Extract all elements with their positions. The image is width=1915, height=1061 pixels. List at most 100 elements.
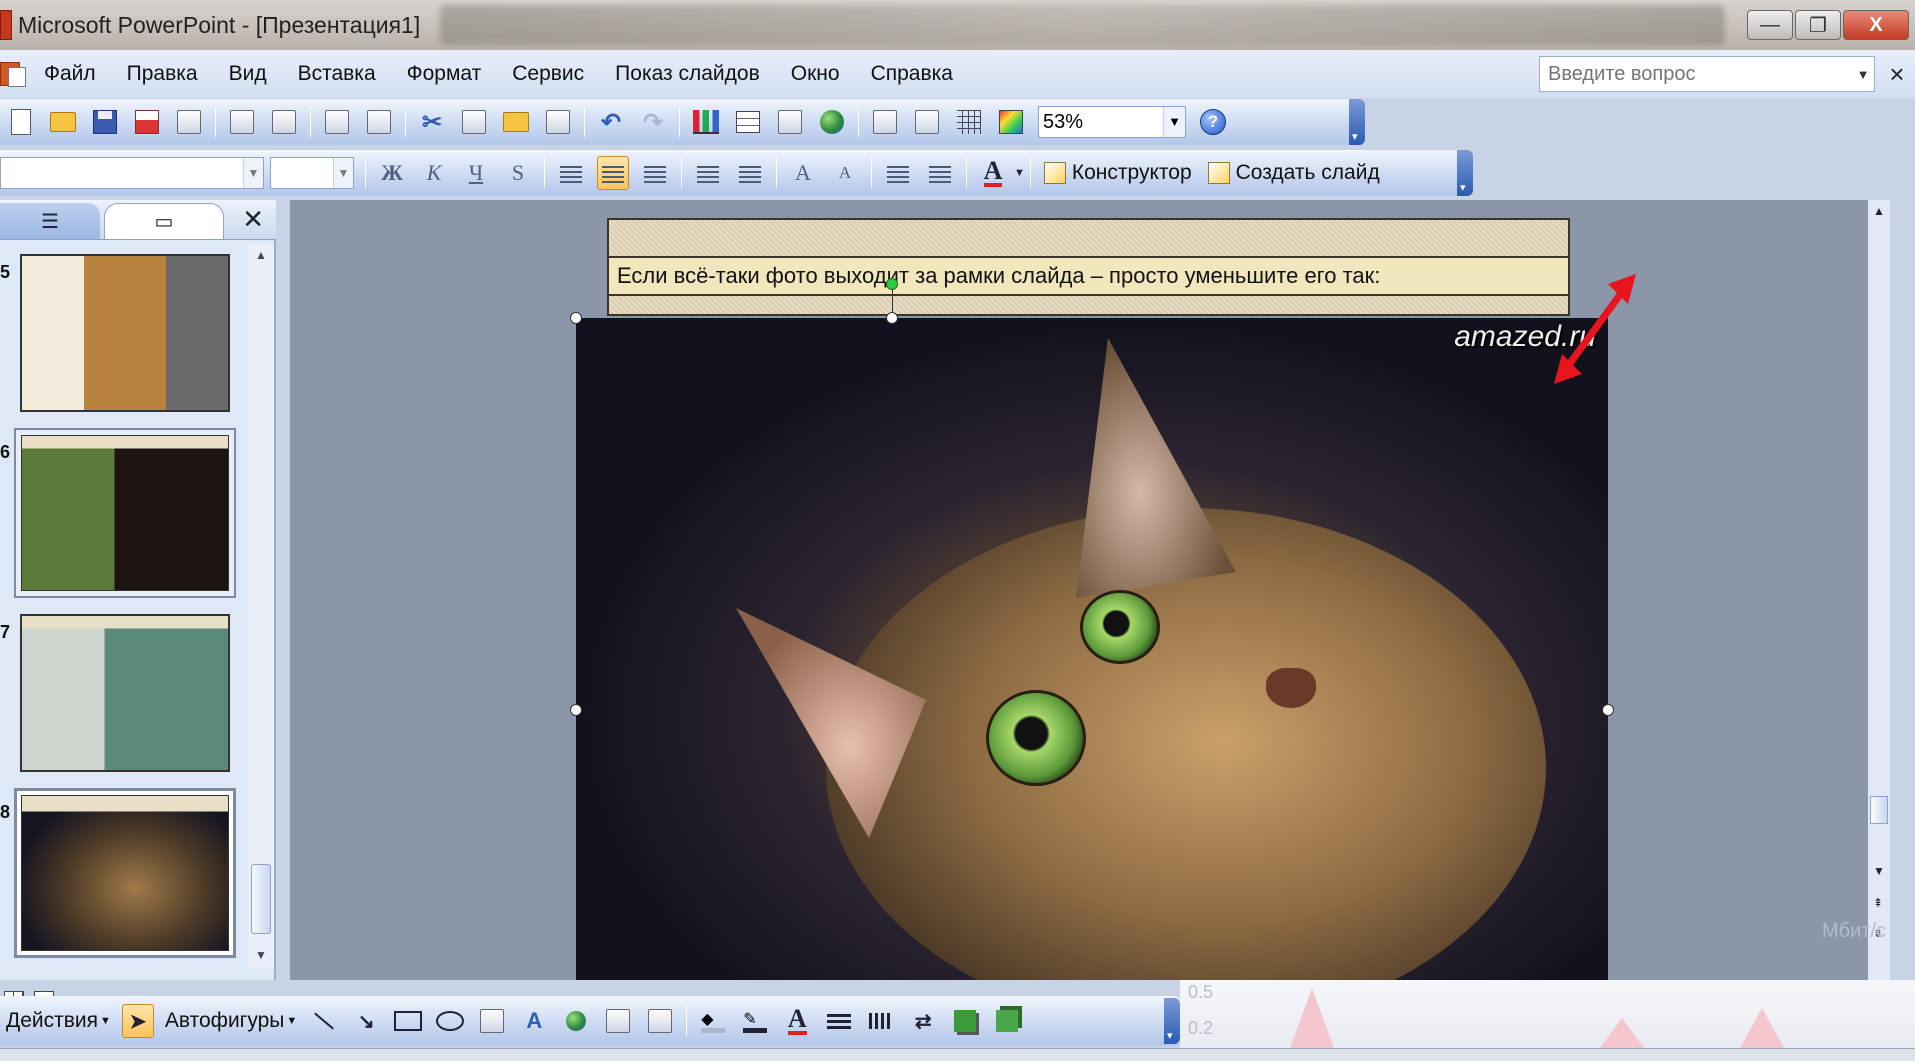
clipart-icon[interactable] [602,1004,634,1038]
help-question-box[interactable]: ▼ [1539,56,1875,92]
increase-font-button[interactable]: A [787,156,819,190]
previous-slide-icon[interactable]: ⇞ [1873,896,1883,910]
open-folder-icon[interactable] [47,105,79,139]
slide-thumbnail-row[interactable]: 7 [0,614,248,774]
fill-color-icon[interactable]: ◆ [697,1004,729,1038]
insert-chart-icon[interactable] [690,105,722,139]
chevron-down-icon[interactable]: ▼ [1852,67,1874,82]
menu-tools[interactable]: Сервис [512,62,584,86]
font-color-button[interactable]: A [977,156,1009,190]
font-color-draw-icon[interactable]: A [781,1004,813,1038]
toolbar-options-button[interactable] [1457,150,1473,196]
menu-window[interactable]: Окно [791,62,840,86]
actions-menu[interactable]: Действия ▼ [6,1009,111,1033]
thumbnail-scrollbar[interactable]: ▲ ▼ [248,244,274,968]
research-icon[interactable] [363,105,395,139]
pane-close-button[interactable]: ✕ [242,204,264,235]
document-close-button[interactable]: × [1883,59,1911,90]
slide-thumbnail[interactable] [20,254,230,412]
designer-button[interactable]: Конструктор [1043,161,1192,185]
zoom-input[interactable] [1039,110,1163,134]
align-left-icon[interactable] [555,156,587,190]
rectangle-tool-icon[interactable] [392,1004,424,1038]
chevron-down-icon[interactable]: ▼ [243,158,263,188]
bold-button[interactable]: Ж [376,156,408,190]
align-right-icon[interactable] [639,156,671,190]
email-icon[interactable] [173,105,205,139]
menu-format[interactable]: Формат [407,62,482,86]
scroll-thumb[interactable] [251,864,271,934]
autoshapes-menu[interactable]: Автофигуры ▼ [165,1009,297,1033]
textbox-tool-icon[interactable] [476,1004,508,1038]
chevron-down-icon[interactable]: ▼ [1163,107,1185,137]
cut-icon[interactable]: ✂ [416,105,448,139]
menu-help[interactable]: Справка [871,62,953,86]
format-painter-icon[interactable] [542,105,574,139]
permission-icon[interactable] [131,105,163,139]
line-tool-icon[interactable] [308,1004,340,1038]
menu-slide-show[interactable]: Показ слайдов [615,62,760,86]
chevron-down-icon[interactable]: ▼ [333,158,353,188]
restore-button[interactable]: ❐ [1795,10,1841,40]
document-icon[interactable] [0,60,26,88]
slide-thumbnail[interactable] [20,614,230,772]
shadow-style-icon[interactable] [949,1004,981,1038]
slide-thumbnail-row[interactable]: 8 [0,788,248,958]
scroll-up-icon[interactable]: ▲ [1873,204,1885,218]
undo-icon[interactable]: ↶ [595,105,627,139]
slide-thumbnail-row[interactable]: 5 [0,254,248,414]
save-icon[interactable] [89,105,121,139]
tab-slides[interactable]: ▭ [104,203,224,239]
close-button[interactable]: X [1843,10,1909,40]
resize-handle-left[interactable] [570,704,582,716]
slide-caption-text[interactable]: Если всё-таки фото выходит за рамки слай… [609,256,1568,296]
align-center-icon[interactable] [597,156,629,190]
zoom-combobox[interactable]: ▼ [1038,106,1186,138]
minimize-button[interactable]: — [1747,10,1793,40]
show-formatting-icon[interactable] [911,105,943,139]
resize-handle-top[interactable] [886,312,898,324]
new-slide-button[interactable]: Создать слайд [1207,161,1380,185]
color-grayscale-icon[interactable] [995,105,1027,139]
line-style-icon[interactable] [823,1004,855,1038]
slide-thumbnail[interactable] [14,428,236,598]
scroll-up-icon[interactable]: ▲ [255,248,267,262]
chevron-down-icon[interactable]: ▼ [1014,167,1025,179]
show-grid-icon[interactable] [953,105,985,139]
help-question-input[interactable] [1540,62,1852,86]
toolbar-options-button[interactable] [1164,998,1180,1044]
help-icon[interactable]: ? [1197,105,1229,139]
menu-file[interactable]: Файл [44,62,96,86]
slide-thumbnail-selected[interactable] [14,788,236,958]
scroll-down-icon[interactable]: ▼ [255,948,267,962]
print-icon[interactable] [226,105,258,139]
insert-picture-icon[interactable] [644,1004,676,1038]
toolbar-options-button[interactable] [1349,99,1365,145]
ellipse-tool-icon[interactable] [434,1004,466,1038]
3d-style-icon[interactable] [991,1004,1023,1038]
hyperlink-globe-icon[interactable] [816,105,848,139]
font-size-combobox[interactable]: ▼ [270,157,354,189]
rotation-handle[interactable] [886,278,898,290]
redo-icon[interactable]: ↷ [637,105,669,139]
slide-thumbnail-row[interactable]: 6 [0,428,248,598]
cat-photo[interactable]: amazed.ru [576,318,1608,980]
diagram-icon[interactable] [560,1004,592,1038]
decrease-font-button[interactable]: A [829,156,861,190]
dash-style-icon[interactable] [865,1004,897,1038]
tables-borders-icon[interactable] [774,105,806,139]
bullets-icon[interactable] [734,156,766,190]
slide-scrollbar[interactable]: ▲ ▼ ⇞ ⇟ [1868,200,1890,980]
paste-icon[interactable] [500,105,532,139]
copy-icon[interactable] [458,105,490,139]
menu-edit[interactable]: Правка [127,62,198,86]
scroll-thumb[interactable] [1870,796,1888,824]
resize-handle-top-left[interactable] [570,312,582,324]
arrow-tool-icon[interactable]: ↘ [350,1004,382,1038]
print-preview-icon[interactable] [268,105,300,139]
select-pointer-icon[interactable]: ➤ [121,1004,154,1038]
font-name-combobox[interactable]: ▼ [0,157,264,189]
scroll-down-icon[interactable]: ▼ [1873,864,1885,878]
tab-outline[interactable]: ☰ [0,203,100,239]
powerpoint-icon[interactable] [0,10,12,40]
